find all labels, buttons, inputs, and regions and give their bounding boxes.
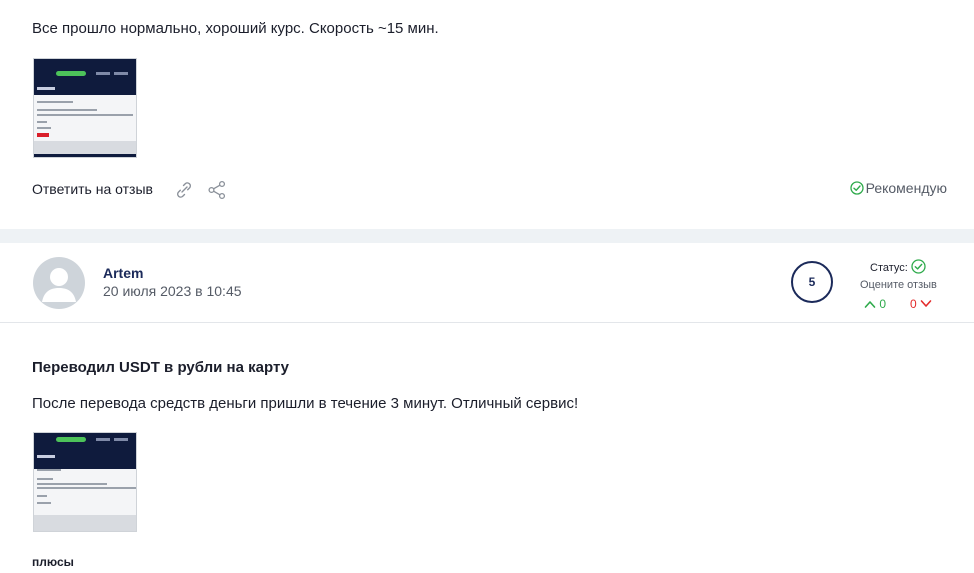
review-text: После перевода средств деньги пришли в т… (32, 395, 579, 412)
upvote-count: 0 (879, 297, 887, 311)
upvote-button[interactable]: 0 (864, 297, 886, 311)
share-icon[interactable] (207, 180, 227, 200)
author-name[interactable]: Artem (103, 265, 143, 281)
rating-badge: 5 (791, 261, 833, 303)
reply-button[interactable]: Ответить на отзыв (32, 181, 153, 197)
divider (0, 322, 974, 323)
review-screenshot-thumbnail[interactable] (33, 58, 137, 158)
chevron-up-icon (864, 301, 876, 308)
rate-review-label: Оцените отзыв (860, 279, 937, 291)
user-avatar-icon (42, 268, 76, 302)
status-row: Статус: (870, 259, 926, 274)
review-card: Artem 20 июля 2023 в 10:45 5 Статус: Оце… (0, 243, 974, 573)
review-card: Все прошло нормально, хороший курс. Скор… (0, 0, 974, 229)
check-circle-icon (911, 259, 926, 274)
chevron-down-icon (920, 300, 932, 307)
downvote-button[interactable]: 0 (910, 297, 932, 311)
review-title: Переводил USDT в рубли на карту (32, 359, 290, 376)
review-date: 20 июля 2023 в 10:45 (103, 283, 242, 299)
review-screenshot-thumbnail[interactable] (33, 432, 137, 532)
recommend-badge: Рекомендую (849, 180, 947, 196)
recommend-label: Рекомендую (865, 180, 947, 196)
link-icon[interactable] (174, 181, 194, 199)
avatar (33, 257, 85, 309)
status-label: Статус: (870, 262, 908, 274)
check-circle-icon (849, 181, 864, 195)
downvote-count: 0 (910, 297, 917, 311)
review-text: Все прошло нормально, хороший курс. Скор… (32, 20, 439, 37)
